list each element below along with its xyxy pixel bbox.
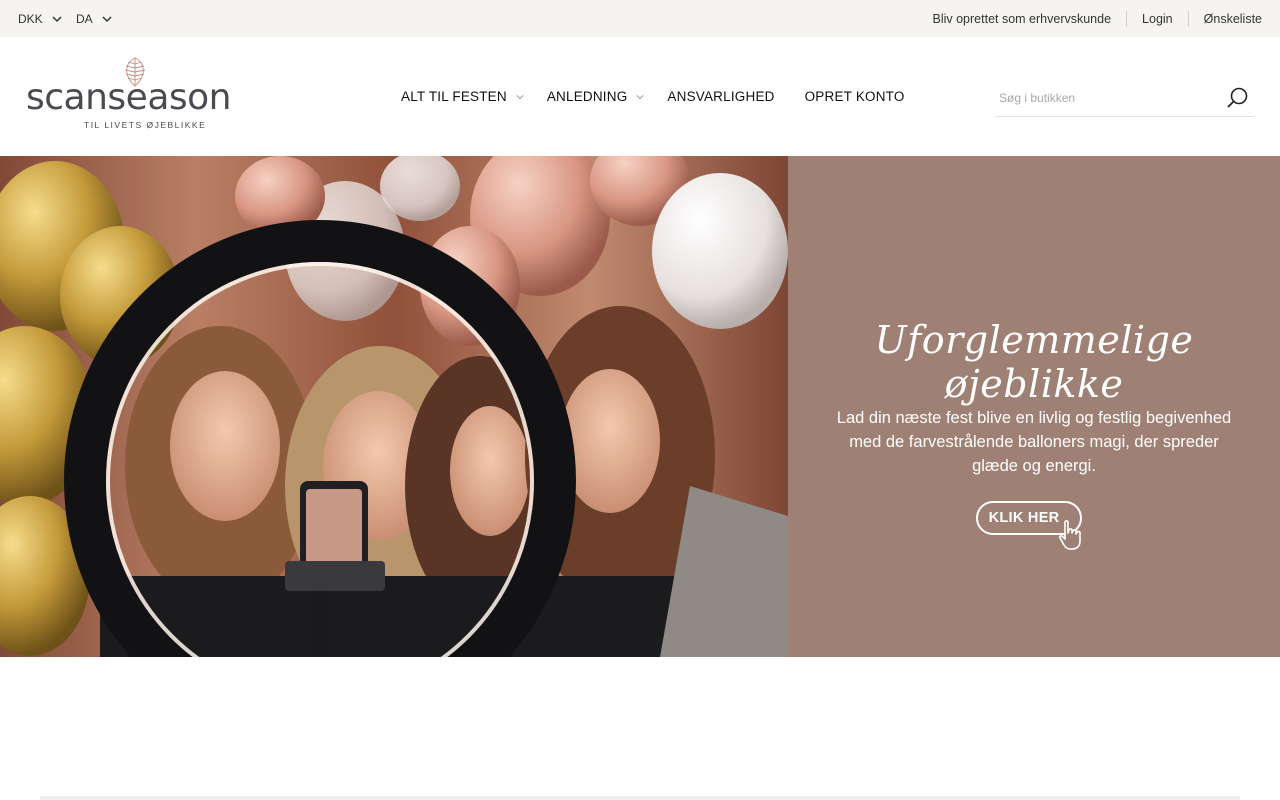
nav-item-ansvarlighed[interactable]: ANSVARLIGHED [667,89,774,104]
section-divider [40,796,1240,800]
search-icon[interactable] [1226,86,1250,110]
logo-tagline: TIL LIVETS ØJEBLIKKE [84,120,207,130]
search-bar [995,80,1254,117]
chevron-down-icon [637,94,644,99]
chevron-down-icon [52,15,62,22]
nav-item-opret-konto[interactable]: OPRET KONTO [805,89,905,104]
hero-body-text: Lad din næste fest blive en livlig og fe… [836,409,1232,475]
site-header: scanseason TIL LIVETS ØJEBLIKKE ALT TIL … [0,37,1280,156]
search-input[interactable] [999,88,1209,108]
nav-item-label: ANLEDNING [546,89,628,104]
nav-item-label: ANSVARLIGHED [667,89,775,104]
login-link[interactable]: Login [1142,12,1173,26]
business-signup-link[interactable]: Bliv oprettet som erhvervskunde [932,12,1111,26]
hero-text-panel: Uforglemmelige øjeblikke Lad din næste f… [788,156,1280,657]
wishlist-link[interactable]: Ønskeliste [1204,12,1262,26]
hand-pointer-icon [1058,520,1081,550]
hero-photo [0,156,788,657]
nav-item-alt-til-festen[interactable]: ALT TIL FESTEN [401,89,525,104]
language-selector[interactable]: DA [76,0,113,37]
account-links: Bliv oprettet som erhvervskunde Login Øn… [932,0,1262,37]
chevron-down-icon [102,15,112,22]
logo[interactable]: scanseason TIL LIVETS ØJEBLIKKE [26,55,246,137]
nav-item-label: OPRET KONTO [804,89,905,104]
top-utility-bar: DKK DA Bliv oprettet som erhvervskunde L… [0,0,1280,37]
hero-heading: Uforglemmelige øjeblikke [874,318,1194,406]
nav-item-label: ALT TIL FESTEN [401,89,507,104]
currency-label: DKK [18,11,43,26]
currency-selector[interactable]: DKK [18,0,63,37]
nav-item-anledning[interactable]: ANLEDNING [547,89,646,104]
klik-her-button[interactable]: KLIK HER [976,501,1084,551]
language-label: DA [76,11,93,26]
separator [1187,10,1189,27]
main-nav: ALT TIL FESTEN ANLEDNING ANSVARLIGHED OP… [401,37,905,156]
separator [1126,10,1128,27]
logo-wordmark: scanseason [26,77,232,118]
chevron-down-icon [516,94,524,99]
hero-banner[interactable]: Uforglemmelige øjeblikke Lad din næste f… [0,156,1280,657]
